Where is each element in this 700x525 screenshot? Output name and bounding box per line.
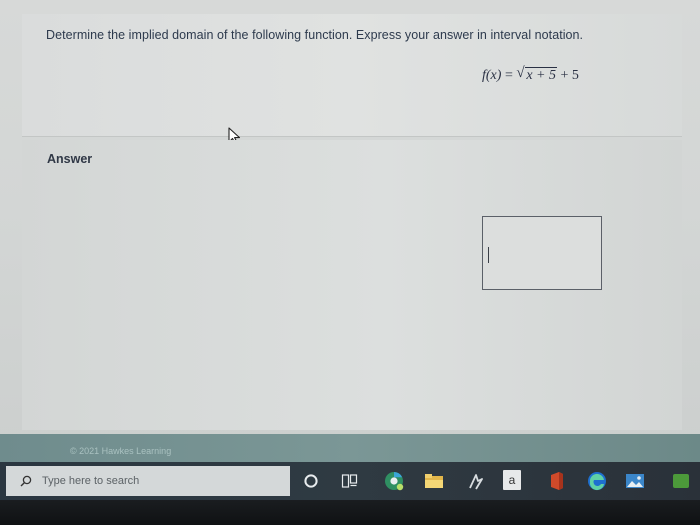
store-icon[interactable]: a	[503, 470, 521, 490]
square-root: √ x + 5	[516, 65, 558, 84]
equals-sign: =	[504, 68, 513, 83]
radicand: x + 5	[525, 67, 558, 83]
store-letter: a	[508, 473, 516, 487]
screen: Determine the implied domain of the foll…	[0, 0, 700, 525]
answer-box[interactable]	[482, 216, 602, 290]
question-prompt: Determine the implied domain of the foll…	[46, 28, 584, 42]
cortana-icon[interactable]	[300, 470, 322, 492]
question-panel: Determine the implied domain of the foll…	[22, 14, 682, 145]
task-view-icon[interactable]	[339, 470, 361, 492]
office-app-icon[interactable]	[546, 470, 568, 492]
copyright-text: © 2021 Hawkes Learning	[70, 446, 172, 456]
windows-taskbar: Type here to search a	[0, 462, 700, 500]
chrome-app-icon[interactable]	[383, 470, 405, 492]
search-placeholder: Type here to search	[42, 475, 140, 487]
function-equation: f(x) = √ x + 5 + 5	[482, 65, 579, 84]
photos-app-icon[interactable]	[624, 470, 646, 492]
laptop-bezel	[0, 500, 700, 525]
text-caret	[488, 247, 489, 263]
equation-tail: + 5	[560, 68, 579, 83]
edge-browser-icon[interactable]	[586, 470, 608, 492]
app-arrow-icon[interactable]	[465, 470, 487, 492]
taskbar-search-box[interactable]: Type here to search	[6, 466, 290, 496]
file-explorer-icon[interactable]	[423, 470, 445, 492]
answer-panel: Answer	[22, 140, 682, 430]
footer-bar: © 2021 Hawkes Learning	[0, 434, 700, 462]
answer-input[interactable]	[483, 217, 601, 289]
answer-label: Answer	[47, 152, 93, 166]
radical-icon: √	[516, 65, 525, 81]
green-app-icon[interactable]	[670, 470, 692, 492]
search-icon	[20, 475, 32, 487]
function-lhs: f(x)	[482, 68, 502, 83]
